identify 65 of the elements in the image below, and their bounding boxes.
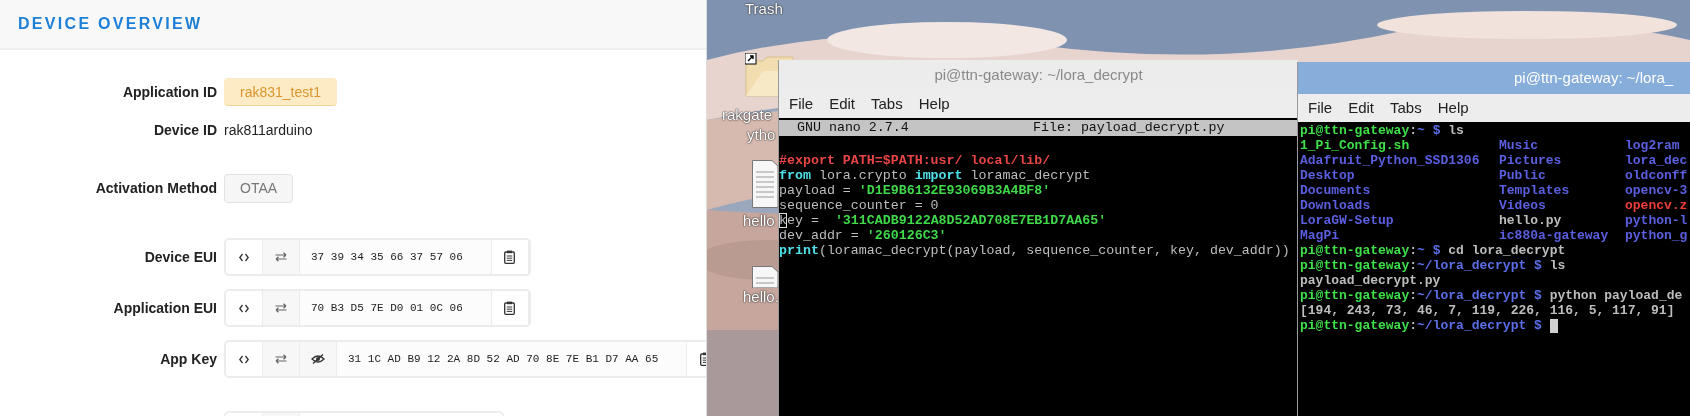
code-line: from lora.crypto import loramac_decrypt [779, 167, 1091, 184]
file-name: Videos [1499, 198, 1547, 213]
field-label: Application EUI [112, 298, 217, 318]
file-name: python_g [1625, 228, 1689, 243]
file-name: oldconff [1625, 168, 1689, 183]
file-name: Pictures [1499, 153, 1563, 168]
menu-item[interactable]: Edit [1346, 96, 1377, 120]
swap-icon[interactable] [275, 303, 287, 313]
menu-item[interactable]: Tabs [1388, 96, 1424, 120]
menu-item[interactable]: Edit [827, 92, 858, 116]
file-name: python-l [1625, 213, 1689, 228]
clipboard-icon[interactable] [504, 301, 516, 315]
field-label: App Key [159, 349, 217, 369]
menu-item[interactable]: Help [1435, 96, 1471, 120]
file-name: opencv.z [1625, 198, 1689, 213]
file-name: Downloads [1300, 198, 1372, 213]
field-label: Device EUI [143, 247, 217, 267]
terminal-line: pi@ttn-gateway:~ $ cd lora_decrypt [1300, 243, 1566, 258]
terminal-line: pi@ttn-gateway:~/lora_decrypt $ ls [1300, 258, 1566, 273]
field-label: Activation Method [94, 179, 217, 198]
file-name: lora_dec [1625, 153, 1689, 168]
terminal-line: [194, 243, 73, 46, 7, 119, 226, 116, 5, 117, 91] [1300, 303, 1675, 318]
file-name: log2ram [1625, 138, 1681, 153]
code-icon[interactable] [239, 303, 249, 313]
swap-icon[interactable] [275, 252, 287, 262]
terminal-line: payload_decrypt.py [1300, 273, 1441, 288]
code-line: sequence_counter = 0 [779, 197, 939, 214]
section-title: DEVICE OVERVIEW [18, 14, 203, 34]
file-name: hello.py [1499, 213, 1563, 228]
file-name: Templates [1499, 183, 1571, 198]
window-title: pi@ttn-gateway: ~/lora_ [1298, 62, 1690, 94]
field-value: rak811arduino [224, 120, 313, 140]
terminal-line: pi@ttn-gateway:~/lora_decrypt $ python payload_de [1300, 288, 1683, 303]
code-line: payload = 'D1E9B6132E93069B3A4BF8' [779, 182, 1051, 199]
file-name: Music [1499, 138, 1539, 153]
eye-slash-icon[interactable] [311, 354, 325, 364]
file-name: Public [1499, 168, 1547, 183]
terminal-line: pi@ttn-gateway:~/lora_decrypt $ [1300, 318, 1542, 333]
code-line: key = '311CADB9122A8D52AD708E7EB1D7AA65' [779, 212, 1107, 229]
activation-method-tag: OTAA [224, 174, 294, 203]
file-name: MagPi [1300, 228, 1340, 243]
code-icon[interactable] [239, 354, 249, 364]
code-line: print(loramac_decrypt(payload, sequence_counter, key, dev_addr)) [779, 242, 1290, 259]
file-name: ic880a-gateway [1499, 228, 1610, 243]
file-name: LoraGW-Setup [1300, 213, 1395, 228]
file-name: Adafruit_Python_SSD1306 [1300, 153, 1481, 168]
clipboard-icon[interactable] [504, 250, 516, 264]
editor-version: GNU nano 2.7.4 [797, 120, 910, 136]
menu-item[interactable]: Tabs [869, 92, 905, 116]
menu-item[interactable]: File [1306, 96, 1335, 120]
file-name: opencv-3 [1625, 183, 1689, 198]
code-icon[interactable] [239, 252, 249, 262]
code-line: #export PATH=$PATH:usr/ local/lib/ [779, 152, 1051, 169]
swap-icon[interactable] [275, 354, 287, 364]
field-label: Application ID [121, 82, 217, 102]
menu-item[interactable]: Help [916, 92, 952, 116]
file-name: 1_Pi_Config.sh [1300, 138, 1411, 153]
file-name: Documents [1300, 183, 1372, 198]
field-label: Device ID [152, 120, 217, 140]
menu-item[interactable]: File [787, 92, 816, 116]
terminal-line: pi@ttn-gateway:~ $ ls [1300, 123, 1464, 138]
file-name: File: payload_decrypt.py [1033, 120, 1225, 136]
code-line: dev_addr = '260126C3' [779, 227, 947, 244]
window-title: pi@ttn-gateway: ~/lora_decrypt [779, 60, 1298, 90]
file-name: Desktop [1300, 168, 1356, 183]
